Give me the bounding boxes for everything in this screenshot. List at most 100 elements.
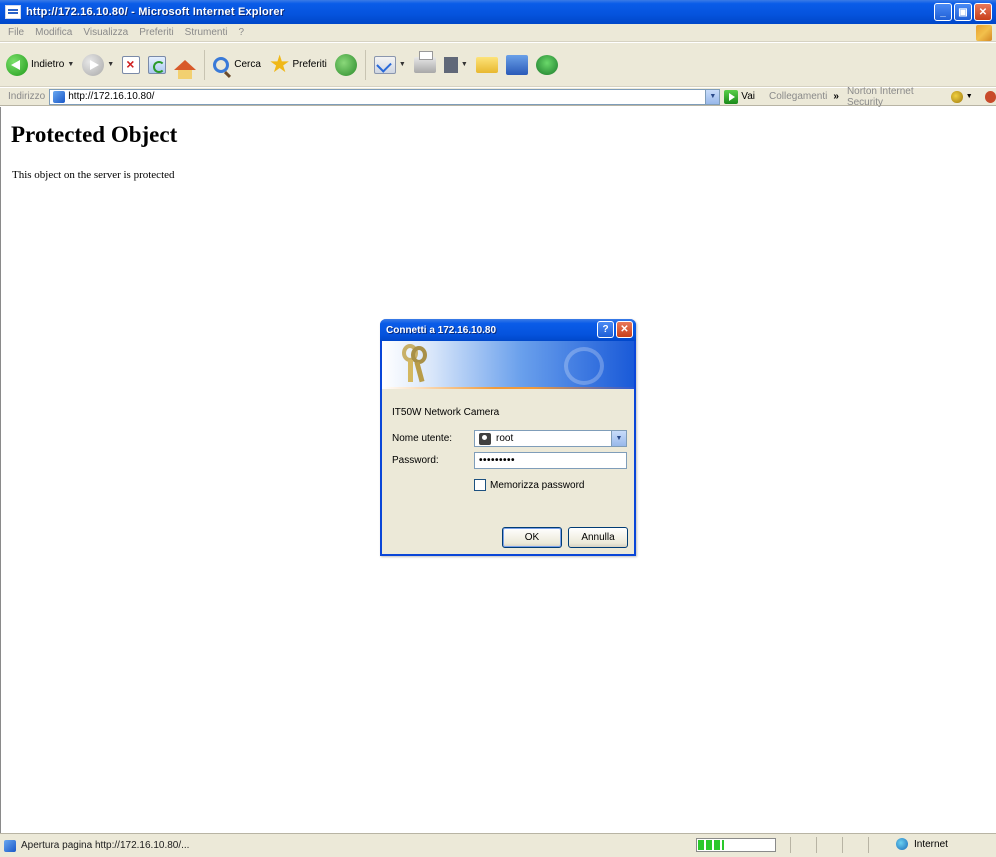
dialog-controls: ? ✕ [597,321,633,338]
page-loading-icon [4,839,16,852]
toolbar-separator [204,49,206,80]
toolbar-separator [364,49,366,80]
ie-page-icon [5,5,21,19]
go-label: Vai [741,91,755,102]
forward-dropdown-icon[interactable]: ▼ [107,61,114,68]
norton-dropdown-icon[interactable]: ▼ [966,93,973,100]
address-bar: Indirizzo http://172.16.10.80/ ▼ Vai Col… [0,86,996,108]
keys-icon [399,344,433,384]
dialog-title: Connetti a 172.16.10.80 [386,324,497,336]
edit-dropdown-icon[interactable]: ▼ [461,61,468,68]
menu-strumenti[interactable]: Strumenti [185,27,228,38]
home-icon [174,59,197,79]
menu-help[interactable]: ? [238,27,244,38]
security-zone[interactable]: Internet [896,838,948,850]
search-icon [213,56,230,73]
page-heading: Protected Object [11,122,178,147]
favorites-button[interactable]: ★ Preferiti [268,50,327,78]
dialog-titlebar[interactable]: Connetti a 172.16.10.80 ? ✕ [380,319,636,341]
remember-password-checkbox[interactable]: Memorizza password [474,479,584,491]
forward-button[interactable]: ▼ [82,53,114,76]
chevron-more-icon[interactable]: » [833,91,839,102]
favorites-label: Preferiti [292,59,327,70]
research-button[interactable] [505,54,528,75]
mail-icon [373,55,396,74]
mail-button[interactable]: ▼ [373,55,406,74]
folder-button[interactable] [475,56,498,73]
windows-logo-icon [976,25,992,41]
user-icon [479,432,491,445]
progress-fill [698,840,724,850]
status-separator [790,837,791,853]
ok-button[interactable]: OK [502,527,562,548]
edit-button[interactable]: ▼ [443,56,468,73]
refresh-button[interactable] [148,55,167,74]
zone-label: Internet [914,838,948,850]
norton-toolbar[interactable]: Norton Internet Security [847,86,947,108]
mail-dropdown-icon[interactable]: ▼ [399,61,406,68]
close-window-button[interactable]: ✕ [974,3,992,21]
messenger-icon [535,54,558,75]
search-label: Cerca [234,59,261,70]
standard-toolbar: Indietro ▼ ▼ Cerca ★ Preferiti ▼ ▼ [0,43,996,87]
forward-arrow-icon [82,53,105,76]
checkbox-box[interactable] [474,479,486,491]
status-bar: Apertura pagina http://172.16.10.80/... … [0,833,996,857]
username-label: Nome utente: [392,433,453,444]
dialog-banner [382,341,634,389]
stop-button[interactable] [122,55,141,74]
status-text: Apertura pagina http://172.16.10.80/... [21,840,190,851]
address-label: Indirizzo [8,91,46,102]
back-button[interactable]: Indietro ▼ [6,53,74,76]
back-label: Indietro [31,59,65,70]
progress-bar [696,838,776,852]
back-dropdown-icon[interactable]: ▼ [67,61,74,68]
search-button[interactable]: Cerca [213,56,261,73]
research-icon [505,54,528,75]
norton-icon[interactable] [951,90,963,103]
address-input[interactable]: http://172.16.10.80/ ▼ [49,88,721,105]
restore-button[interactable]: ▣ [954,3,972,21]
menu-bar: File Modifica Visualizza Preferiti Strum… [0,24,996,42]
status-separator [842,837,843,853]
device-name: IT50W Network Camera [392,407,500,418]
page-message: This object on the server is protected [12,169,175,181]
remember-label: Memorizza password [490,479,585,491]
go-button[interactable]: Vai [724,89,755,104]
address-dropdown-icon[interactable]: ▼ [705,89,720,104]
window-title: http://172.16.10.80/ - Microsoft Interne… [26,6,285,18]
print-button[interactable] [413,50,436,73]
edit-icon [443,56,458,73]
globe-icon [896,838,908,850]
password-label: Password: [392,455,439,466]
star-icon: ★ [268,50,291,78]
close-dialog-button[interactable]: ✕ [616,321,633,338]
cancel-button[interactable]: Annulla [568,527,628,548]
messenger-button[interactable] [535,54,558,75]
links-toolbar[interactable]: Collegamenti [769,91,827,102]
back-arrow-icon [6,53,28,76]
history-button[interactable] [334,53,357,76]
menu-preferiti[interactable]: Preferiti [139,27,173,38]
window-controls: _ ▣ ✕ [934,3,992,21]
address-url: http://172.16.10.80/ [68,91,155,102]
stop-icon [122,55,141,74]
history-icon [334,53,357,76]
banner-watermark-icon [564,347,604,385]
window-titlebar[interactable]: http://172.16.10.80/ - Microsoft Interne… [0,0,996,24]
username-combo[interactable]: root ▼ [474,430,627,447]
help-button[interactable]: ? [597,321,614,338]
go-arrow-icon [724,89,739,104]
page-icon [53,90,66,103]
password-field[interactable]: ••••••••• [474,452,627,469]
menu-visualizza[interactable]: Visualizza [83,27,128,38]
print-icon [413,50,436,73]
chevron-down-icon[interactable]: ▼ [611,431,626,446]
menu-modifica[interactable]: Modifica [35,27,72,38]
menu-file[interactable]: File [8,27,24,38]
refresh-icon [148,55,167,74]
minimize-button[interactable]: _ [934,3,952,21]
addon-icon[interactable] [984,90,996,103]
folder-icon [475,56,498,73]
username-value: root [496,433,514,444]
